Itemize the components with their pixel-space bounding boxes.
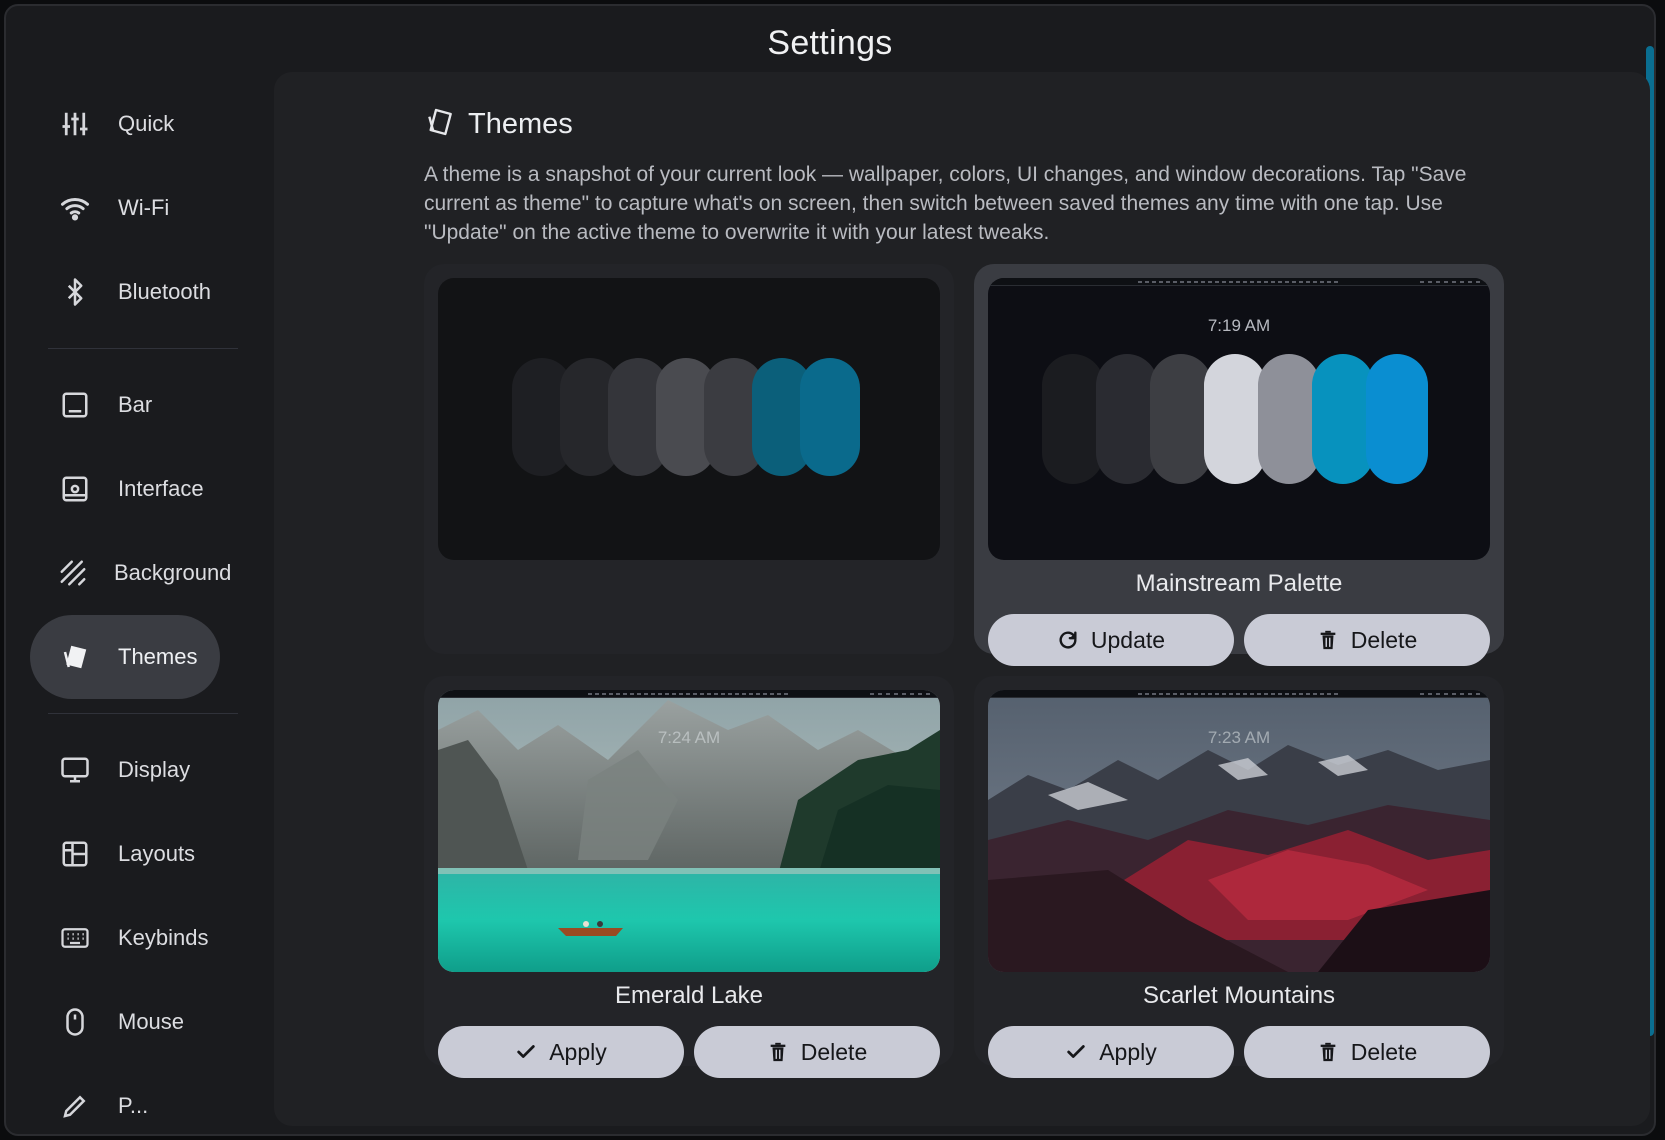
section-description: A theme is a snapshot of your current lo… [424, 163, 1467, 244]
preview-clock: 7:24 AM [657, 728, 721, 747]
sidebar-item-label: Bar [118, 392, 153, 417]
sidebar-item-mouse[interactable]: Mouse [30, 980, 220, 1064]
save-theme-card[interactable]: Save current as theme [424, 264, 954, 654]
theme-card-mainstream-palette[interactable]: 7:19 AM Mainstream Palette Update Delete [974, 264, 1504, 666]
trash-icon [1320, 630, 1336, 650]
palette-swatch [1204, 354, 1266, 484]
sidebar-item-background[interactable]: Background [30, 531, 231, 615]
sidebar-item-bluetooth[interactable]: Bluetooth [30, 250, 220, 334]
swatch-row [1042, 354, 1428, 484]
trash-icon [770, 1042, 786, 1062]
check-icon [1067, 1045, 1085, 1058]
theme-card-scarlet-mountains[interactable]: 7:23 AM Scarlet Mountains Apply Delete [974, 676, 1504, 1078]
background-icon [58, 556, 88, 590]
trash-icon [1320, 1042, 1336, 1062]
theme-name: Emerald Lake [614, 982, 764, 1009]
section-title: Themes [468, 108, 573, 140]
sidebar-item-label: Keybinds [118, 925, 209, 950]
sidebar-divider [48, 713, 238, 714]
delete-button[interactable]: Delete [1244, 1026, 1490, 1078]
preview-topbar [438, 690, 940, 698]
palette-swatch [1096, 354, 1158, 484]
preview-clock: 7:19 AM [1207, 316, 1271, 335]
preview-clock: 7:23 AM [1207, 728, 1271, 747]
swatch-row [512, 358, 860, 476]
sidebar-item-label: Interface [118, 476, 204, 501]
palette-swatch [1258, 354, 1320, 484]
refresh-icon [1059, 631, 1077, 649]
sidebar-item-label: Themes [118, 644, 198, 669]
sidebar-item-layouts[interactable]: Layouts [30, 812, 220, 896]
sidebar-item-quick[interactable]: Quick [30, 82, 220, 166]
sidebar-item-label: P... [118, 1093, 149, 1118]
check-icon [517, 1045, 535, 1058]
theme-preview[interactable]: 7:24 AM [438, 690, 940, 972]
update-button[interactable]: Update [988, 614, 1234, 666]
display-icon [58, 753, 92, 787]
window-title: Settings [767, 24, 893, 62]
apply-button-label: Apply [549, 1038, 607, 1065]
sidebar-item-bar[interactable]: Bar [30, 363, 220, 447]
delete-button[interactable]: Delete [1244, 614, 1490, 666]
update-button-label: Update [1090, 626, 1166, 653]
apply-button[interactable]: Apply [438, 1026, 684, 1078]
sliders-icon [58, 107, 92, 141]
sidebar-item-wifi[interactable]: Wi-Fi [30, 166, 220, 250]
delete-button-label: Delete [800, 1038, 868, 1065]
bar-icon [58, 388, 92, 422]
sidebar-item-display[interactable]: Display [30, 728, 220, 812]
theme-actions: Apply Delete [438, 1026, 940, 1078]
delete-button-label: Delete [1350, 1038, 1418, 1065]
theme-card-emerald-lake[interactable]: 7:24 AM Emerald Lake Apply Delete [424, 676, 954, 1078]
theme-preview[interactable]: 7:23 AM [988, 690, 1490, 972]
palette-swatch [1150, 354, 1212, 484]
apply-button-label: Apply [1099, 1038, 1157, 1065]
palette-swatch [1366, 354, 1428, 484]
sidebar-item-partial[interactable]: P... [30, 1064, 220, 1122]
apply-button[interactable]: Apply [988, 1026, 1234, 1078]
sidebar-item-label: Layouts [118, 841, 196, 866]
delete-button[interactable]: Delete [694, 1026, 940, 1078]
bluetooth-icon [58, 275, 92, 309]
delete-button-label: Delete [1350, 626, 1418, 653]
theme-actions: Update Delete [988, 614, 1490, 666]
palette-swatch [1312, 354, 1374, 484]
sidebar-item-label: Display [118, 757, 191, 782]
palette-swatch [800, 358, 860, 476]
preview-topbar [988, 690, 1490, 698]
section-header: Themes [424, 106, 573, 143]
keyboard-icon [58, 921, 92, 955]
sidebar-item-label: Wi-Fi [118, 195, 170, 220]
mouse-icon [58, 1005, 92, 1039]
interface-icon [58, 472, 92, 506]
sidebar-item-label: Background [114, 560, 232, 585]
themes-panel: Themes A theme is a snapshot of your cur… [274, 72, 1650, 1126]
sidebar-item-label: Bluetooth [118, 279, 211, 304]
theme-actions: Apply Delete [988, 1026, 1490, 1078]
save-theme-preview[interactable]: Save current as theme [438, 278, 940, 560]
sidebar-item-label: Mouse [118, 1009, 185, 1034]
themes-icon [58, 640, 92, 674]
preview-topbar [988, 278, 1490, 286]
pen-icon [58, 1089, 92, 1122]
themes-icon [424, 106, 456, 143]
palette-swatch [1042, 354, 1104, 484]
sidebar-item-label: Quick [118, 111, 175, 136]
theme-preview[interactable]: 7:19 AM [988, 278, 1490, 560]
sidebar-item-themes[interactable]: Themes [30, 615, 220, 699]
theme-name: Scarlet Mountains [1142, 982, 1336, 1009]
layouts-icon [58, 837, 92, 871]
sidebar: Quick Wi-Fi Bluetooth Bar Interface Back… [30, 82, 250, 1122]
sidebar-item-interface[interactable]: Interface [30, 447, 220, 531]
sidebar-item-keybinds[interactable]: Keybinds [30, 896, 220, 980]
wifi-icon [58, 191, 92, 225]
sidebar-divider [48, 348, 238, 349]
theme-name: Mainstream Palette [1135, 570, 1343, 597]
settings-window: Settings Quick Wi-Fi Bluetooth Bar Inter… [4, 4, 1656, 1136]
